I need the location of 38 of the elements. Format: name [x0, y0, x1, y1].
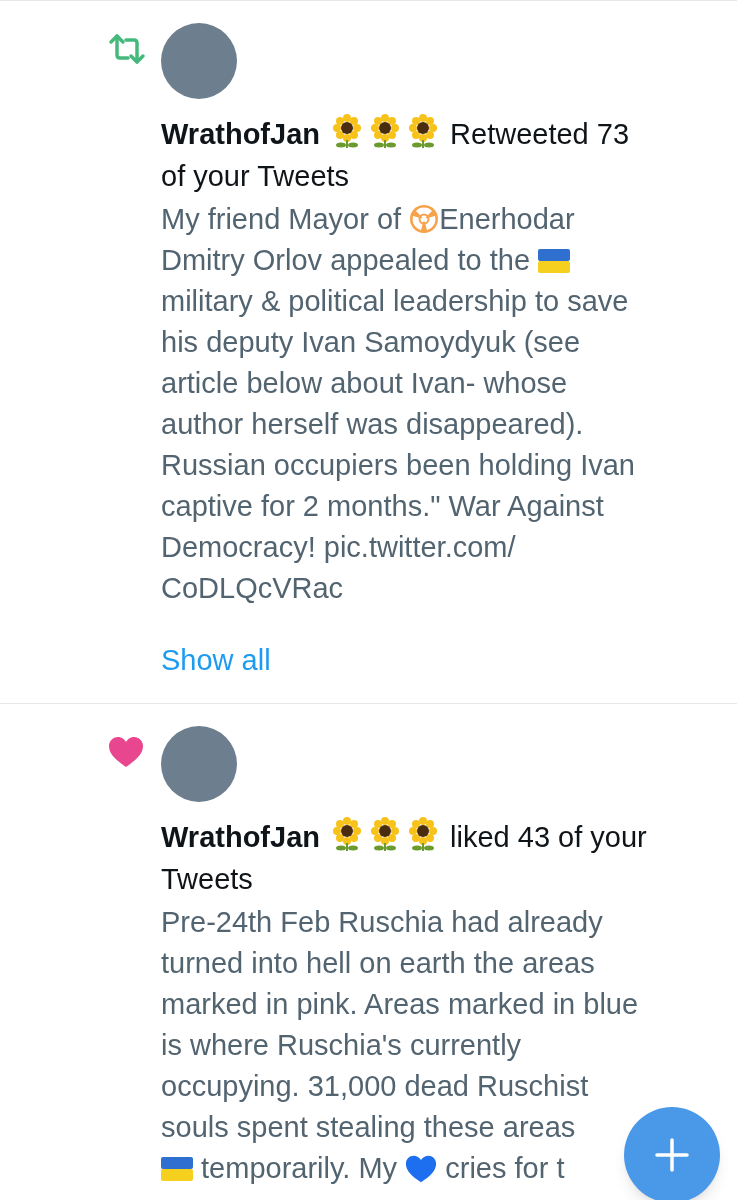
notification-text: liked 43 of your	[450, 821, 647, 853]
sunflower-icon	[369, 817, 402, 851]
tweet-text: souls spent stealing these areas	[161, 1111, 576, 1143]
heart-icon	[405, 1154, 438, 1184]
user-name[interactable]: WrathofJan	[161, 821, 320, 853]
tweet-text: occupying. 31,000 dead Ruschist	[161, 1070, 589, 1102]
retweet-icon	[108, 33, 146, 65]
flag-icon	[161, 1157, 193, 1181]
tweet-text: Democracy! pic.twitter.com/	[161, 531, 516, 563]
tweet-text: My friend Mayor of	[161, 203, 403, 235]
plus-icon	[655, 1138, 689, 1172]
tweet-text: Russian occupiers been holding Ivan	[161, 449, 635, 481]
user-name[interactable]: WrathofJan	[161, 118, 320, 150]
tweet-text: temporarily. My	[200, 1152, 399, 1184]
sunflower-icon	[407, 817, 440, 851]
notification-text: Tweets	[161, 863, 253, 895]
tweet-text: his deputy Ivan Samoydyuk (see	[161, 326, 581, 358]
radiation-icon	[409, 204, 440, 234]
heart-icon	[108, 736, 144, 768]
tweet-text: author herself was disappeared).	[161, 408, 584, 440]
tweet-text: military & political leadership to save	[161, 285, 629, 317]
notification-text: Retweeted 73	[450, 118, 630, 150]
tweet-text: Enerhodar	[439, 203, 575, 235]
tweet-text: captive for 2 months." War Against	[161, 490, 604, 522]
sunflower-icon	[369, 114, 402, 148]
sunflower-icon	[407, 114, 440, 148]
sunflower-icon	[331, 817, 364, 851]
tweet-text: marked in pink. Areas marked in blue	[161, 988, 639, 1020]
sunflower-icon	[331, 114, 364, 148]
tweet-text: Dmitry Orlov appealed to the	[161, 244, 532, 276]
flag-icon	[538, 249, 571, 273]
tweet-text: article below about Ivan- whose	[161, 367, 568, 399]
tweet-text: cries for t	[444, 1152, 565, 1184]
tweet-text: Pre-24th Feb Ruschia had already	[161, 906, 603, 938]
tweet-text: CoDLQcVRac	[161, 572, 344, 604]
notification-text: of your Tweets	[161, 160, 350, 192]
tweet-text: turned into hell on earth the areas	[161, 947, 595, 979]
tweet-text: is where Ruschia's currently	[161, 1029, 522, 1061]
